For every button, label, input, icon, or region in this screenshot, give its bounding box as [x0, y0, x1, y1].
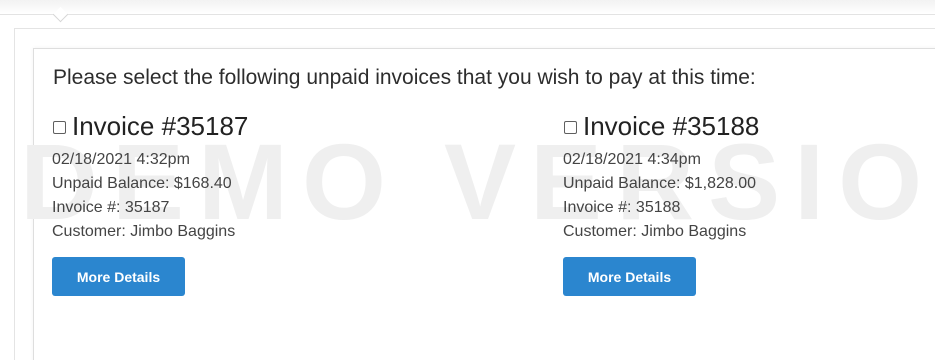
- invoice-title: Invoice #35187: [72, 111, 249, 141]
- invoice-checkbox[interactable]: [564, 120, 577, 134]
- header-shadow-bar: [0, 0, 935, 15]
- invoice-number: Invoice #: 35187: [52, 199, 170, 216]
- invoice-number: Invoice #: 35188: [563, 199, 681, 216]
- invoice-balance: Unpaid Balance: $1,828.00: [563, 175, 757, 192]
- invoice-card: Invoice #35188 02/18/2021 4:34pm Unpaid …: [563, 110, 863, 296]
- invoice-datetime: 02/18/2021 4:32pm: [52, 151, 190, 168]
- invoice-balance: Unpaid Balance: $168.40: [52, 175, 232, 192]
- more-details-button[interactable]: More Details: [52, 257, 185, 296]
- invoice-checkbox[interactable]: [53, 120, 66, 134]
- more-details-button[interactable]: More Details: [563, 257, 696, 296]
- invoice-customer: Customer: Jimbo Baggins: [52, 223, 236, 240]
- invoice-card: Invoice #35187 02/18/2021 4:32pm Unpaid …: [52, 110, 352, 296]
- invoice-customer: Customer: Jimbo Baggins: [563, 223, 747, 240]
- invoice-header: Invoice #35187: [52, 110, 352, 142]
- instruction-heading: Please select the following unpaid invoi…: [53, 66, 756, 89]
- page: DEMO VERSION Please select the following…: [0, 0, 935, 360]
- invoice-details: 02/18/2021 4:34pm Unpaid Balance: $1,828…: [563, 148, 863, 244]
- invoice-title: Invoice #35188: [583, 111, 760, 141]
- invoice-details: 02/18/2021 4:32pm Unpaid Balance: $168.4…: [52, 148, 352, 244]
- invoice-header: Invoice #35188: [563, 110, 863, 142]
- invoice-datetime: 02/18/2021 4:34pm: [563, 151, 701, 168]
